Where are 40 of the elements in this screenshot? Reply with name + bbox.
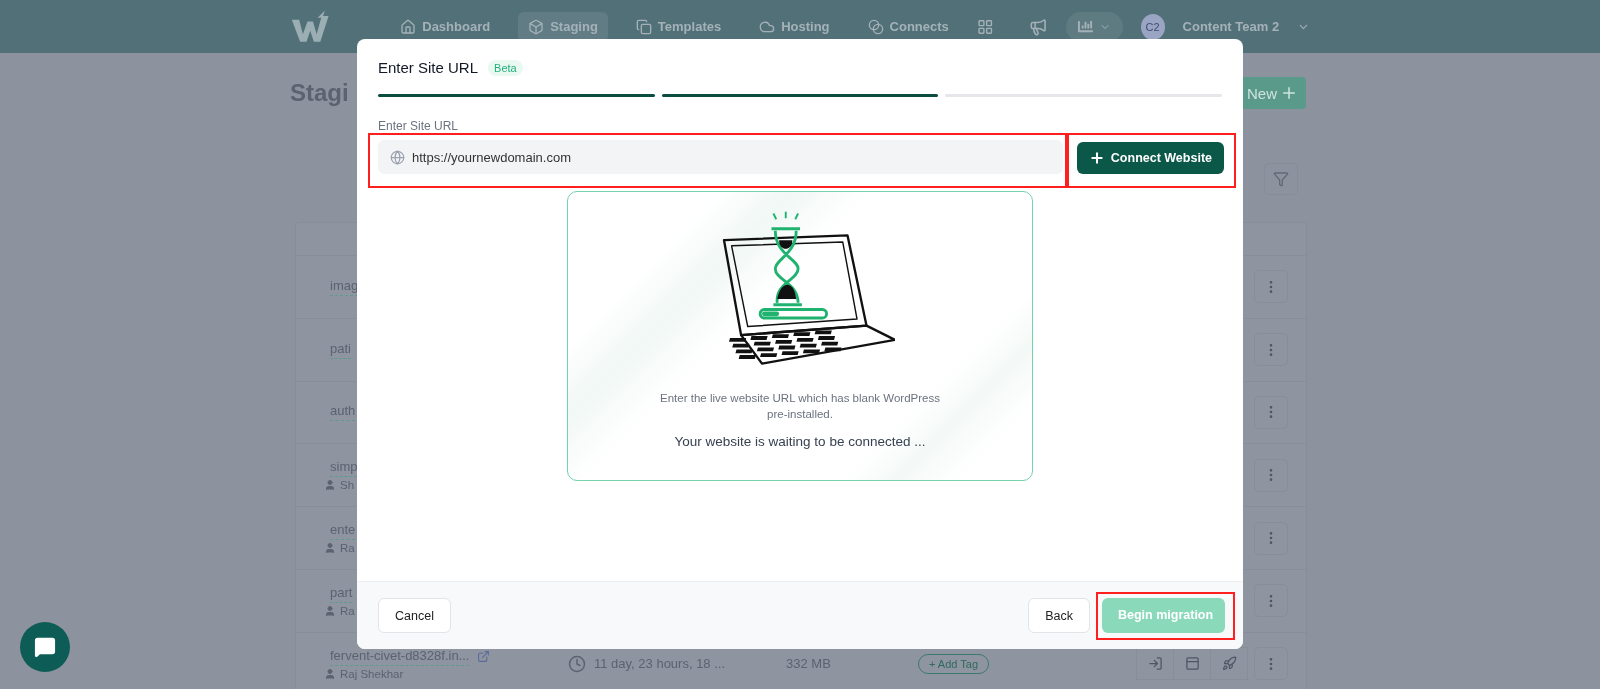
avatar[interactable]: C2 (1140, 13, 1165, 40)
filter-icon (1273, 171, 1289, 187)
chart-icon (1077, 19, 1093, 34)
user-icon (324, 479, 336, 492)
url-input-field[interactable]: https://yournewdomain.com (378, 140, 1063, 174)
nav-item[interactable]: Staging (518, 11, 608, 42)
apps-icon[interactable] (976, 17, 994, 36)
secondary-button[interactable]: Back (1028, 598, 1090, 633)
external-link-icon[interactable] (477, 650, 491, 664)
nav-item[interactable]: Hosting (749, 11, 840, 42)
nav-item[interactable]: Connects (857, 11, 959, 42)
rocket-icon (1221, 656, 1237, 672)
hint-text: Enter the live website URL which has blank WordPress pre-installed. (659, 391, 941, 422)
status-text: Your website is waiting to be connected ... (674, 434, 926, 449)
user-icon (324, 667, 336, 680)
modal-title: Enter Site URL (378, 59, 479, 76)
field-label: Enter Site URL (378, 119, 460, 133)
plus-icon (1088, 150, 1105, 166)
connects-icon (867, 18, 884, 35)
user-icon (324, 604, 336, 617)
user-icon (324, 542, 336, 555)
login-icon (1147, 656, 1163, 672)
beta-badge: Beta (488, 59, 523, 76)
megaphone-icon[interactable] (1029, 16, 1048, 37)
nav-item[interactable]: Dashboard (390, 11, 501, 42)
secondary-button[interactable]: Cancel (378, 598, 451, 633)
globe-icon (390, 150, 405, 165)
chat-icon (34, 636, 56, 658)
chart-menu-button[interactable] (1065, 11, 1123, 42)
box-icon (528, 18, 545, 35)
nav-item[interactable]: Templates (625, 11, 732, 42)
clock-icon (568, 654, 586, 673)
account-name[interactable]: Content Team 2 (1182, 19, 1280, 34)
home-icon (400, 18, 417, 35)
filter-button[interactable] (1264, 163, 1298, 195)
templates-icon (635, 18, 652, 35)
chat-button[interactable] (20, 622, 70, 672)
plus-icon (1280, 84, 1298, 102)
connect-website-button[interactable]: Connect Website (1076, 142, 1224, 174)
layout-icon (1184, 656, 1200, 672)
